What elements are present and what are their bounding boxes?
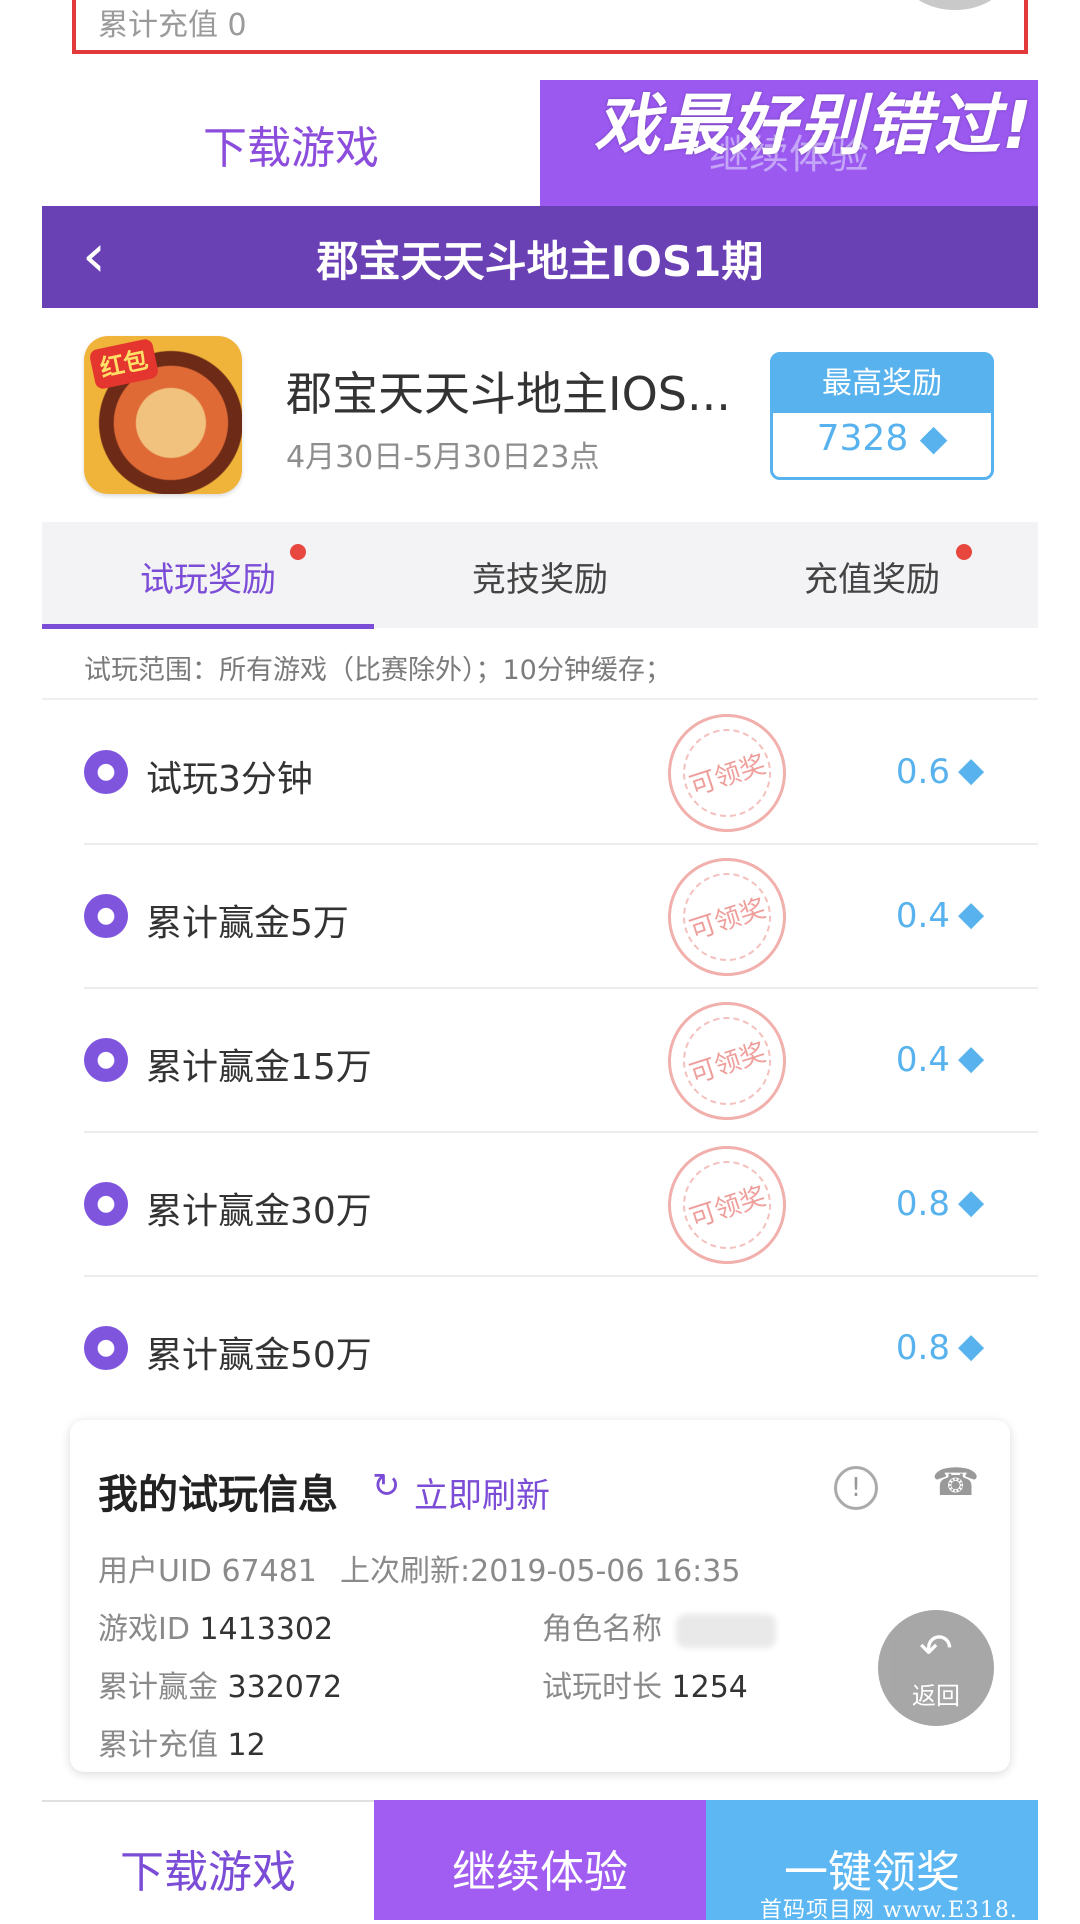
diamond-icon: ◆ (958, 1038, 985, 1078)
gamepad-icon: ● (84, 1182, 128, 1226)
max-reward-label: 最高奖励 (773, 355, 991, 413)
win-total-label: 累计赢金 (98, 1670, 218, 1705)
tab-competition-reward[interactable]: 竞技奖励 (374, 552, 706, 601)
headset-support-icon[interactable]: ☎ (932, 1460, 979, 1504)
tab-recharge-reward[interactable]: 充值奖励 (706, 552, 1038, 601)
task-label: 累计赢金30万 (146, 1191, 372, 1232)
trial-info-title: 我的试玩信息 (98, 1472, 338, 1518)
top-partial-label: 累计充值 0 (98, 8, 247, 43)
return-button[interactable]: ↶ 返回 (878, 1610, 994, 1726)
notification-dot (290, 544, 306, 560)
diamond-icon: ◆ (919, 418, 948, 459)
play-time-value: 1254 (671, 1670, 748, 1705)
claim-all-label: 一键领奖 (784, 1847, 960, 1898)
role-name-label: 角色名称 (542, 1612, 662, 1647)
uid-value: 67481 (221, 1554, 317, 1589)
refresh-button[interactable]: 立即刷新 (414, 1468, 550, 1517)
task-label: 累计赢金5万 (146, 903, 349, 944)
recharge-value: 12 (227, 1728, 266, 1763)
tab-trial-reward[interactable]: 试玩奖励 (42, 552, 374, 601)
last-refresh-label: 上次刷新: (340, 1554, 471, 1589)
diamond-icon: ◆ (958, 1326, 985, 1366)
game-name: 郡宝天天斗地主IOS... (286, 367, 731, 421)
gamepad-icon: ● (84, 1038, 128, 1082)
game-id-value: 1413302 (199, 1612, 334, 1647)
play-time-label: 试玩时长 (542, 1670, 662, 1705)
task-reward-value: 0.8 (895, 1184, 950, 1224)
task-reward-value: 0.6 (895, 752, 950, 792)
game-id-label: 游戏ID (98, 1612, 190, 1647)
task-label: 累计赢金15万 (146, 1047, 372, 1088)
uid-row: 用户UID 67481 (98, 1546, 317, 1590)
page-title: 郡宝天天斗地主IOS1期 (316, 237, 764, 286)
win-total-row: 累计赢金 332072 (98, 1662, 342, 1706)
role-name-blurred (676, 1614, 776, 1648)
task-label: 累计赢金50万 (146, 1335, 372, 1376)
recharge-row: 累计充值 12 (98, 1720, 266, 1764)
diamond-icon: ◆ (958, 1182, 985, 1222)
task-label: 试玩3分钟 (146, 759, 313, 800)
gamepad-icon: ● (84, 750, 128, 794)
uid-label: 用户UID (98, 1554, 212, 1589)
diamond-icon: ◆ (958, 894, 985, 934)
overlay-banner-text: 戏最好别错过! (593, 87, 1034, 164)
notification-dot (956, 544, 972, 560)
active-tab-indicator (42, 624, 374, 629)
task-reward-value: 0.4 (895, 896, 950, 936)
task-reward-value: 0.4 (895, 1040, 950, 1080)
max-reward-value: 7328 ◆ (773, 418, 991, 459)
last-refresh-row: 上次刷新:2019-05-06 16:35 (340, 1546, 740, 1590)
last-refresh-value: 2019-05-06 16:35 (470, 1554, 741, 1589)
diamond-icon: ◆ (958, 750, 985, 790)
trial-scope-text: 试玩范围：所有游戏（比赛除外）；10分钟缓存； (84, 655, 672, 686)
info-alert-icon[interactable]: ! (834, 1466, 878, 1510)
gamepad-icon: ● (84, 1326, 128, 1370)
return-label: 返回 (912, 1682, 960, 1710)
continue-label: 继续体验 (452, 1847, 628, 1898)
watermark: 首码项目网 www.E318. (760, 1898, 1018, 1923)
max-reward-number: 7328 (816, 418, 909, 459)
download-game-label: 下载游戏 (120, 1847, 296, 1898)
return-arrow-icon: ↶ (919, 1626, 953, 1672)
game-date-range: 4月30日-5月30日23点 (286, 440, 600, 475)
gamepad-icon: ● (84, 894, 128, 938)
play-time-row: 试玩时长 1254 (542, 1662, 748, 1706)
game-id-row: 游戏ID 1413302 (98, 1604, 333, 1648)
recharge-label: 累计充值 (98, 1728, 218, 1763)
task-reward-value: 0.8 (895, 1328, 950, 1368)
refresh-icon[interactable]: ↻ (372, 1466, 401, 1506)
win-total-value: 332072 (227, 1670, 343, 1705)
